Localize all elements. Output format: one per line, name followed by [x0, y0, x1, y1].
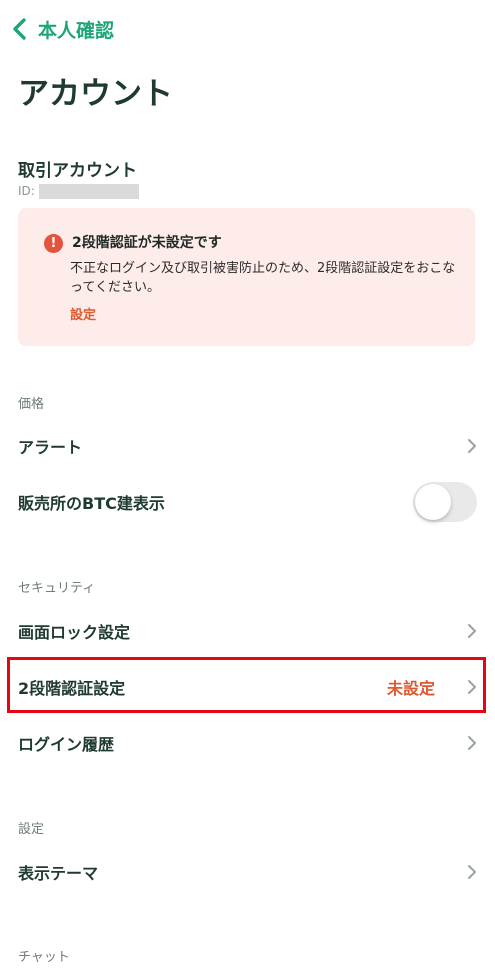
- section-header-price: 価格: [18, 397, 45, 412]
- alert-body: 不正なログイン及び取引被害防止のため、2段階認証設定をおこなってください。: [70, 261, 456, 295]
- two-factor-status: 未設定: [386, 679, 435, 698]
- btc-display-row: 販売所のBTC建表示: [0, 475, 495, 529]
- login-history-label: ログイン履歴: [18, 735, 115, 754]
- warning-icon: !: [44, 234, 63, 253]
- page-title: アカウント: [18, 76, 173, 112]
- display-theme-label: 表示テーマ: [18, 864, 99, 883]
- two-factor-label: 2段階認証設定: [18, 679, 126, 698]
- alert-title: 2段階認証が未設定です: [72, 235, 222, 251]
- chevron-right-icon: [468, 736, 476, 750]
- alert-settings-row[interactable]: アラート: [0, 419, 495, 473]
- account-id-row: ID:: [18, 182, 139, 200]
- chevron-right-icon: [468, 865, 476, 879]
- btc-display-toggle[interactable]: [413, 482, 477, 522]
- chevron-right-icon: [468, 439, 476, 453]
- toggle-knob: [415, 484, 451, 520]
- alert-row-label: アラート: [18, 438, 83, 457]
- chevron-right-icon: [468, 624, 476, 638]
- account-label: 取引アカウント: [18, 161, 137, 181]
- section-header-chat: チャット: [18, 950, 70, 965]
- back-label: 本人確認: [38, 19, 115, 42]
- two-factor-settings-row[interactable]: 2段階認証設定 未設定: [0, 660, 495, 714]
- screen-lock-label: 画面ロック設定: [18, 623, 131, 642]
- chevron-left-icon: [13, 18, 26, 40]
- screen-lock-row[interactable]: 画面ロック設定: [0, 604, 495, 658]
- btc-display-label: 販売所のBTC建表示: [18, 494, 165, 513]
- section-header-settings: 設定: [18, 822, 45, 837]
- chevron-right-icon: [468, 680, 476, 694]
- login-history-row[interactable]: ログイン履歴: [0, 716, 495, 770]
- account-id-redacted: [38, 183, 139, 199]
- display-theme-row[interactable]: 表示テーマ: [0, 845, 495, 899]
- alert-settings-link[interactable]: 設定: [70, 304, 96, 323]
- section-header-security: セキュリティ: [18, 581, 96, 596]
- account-id-label: ID:: [18, 184, 35, 198]
- back-button[interactable]: 本人確認: [10, 14, 114, 44]
